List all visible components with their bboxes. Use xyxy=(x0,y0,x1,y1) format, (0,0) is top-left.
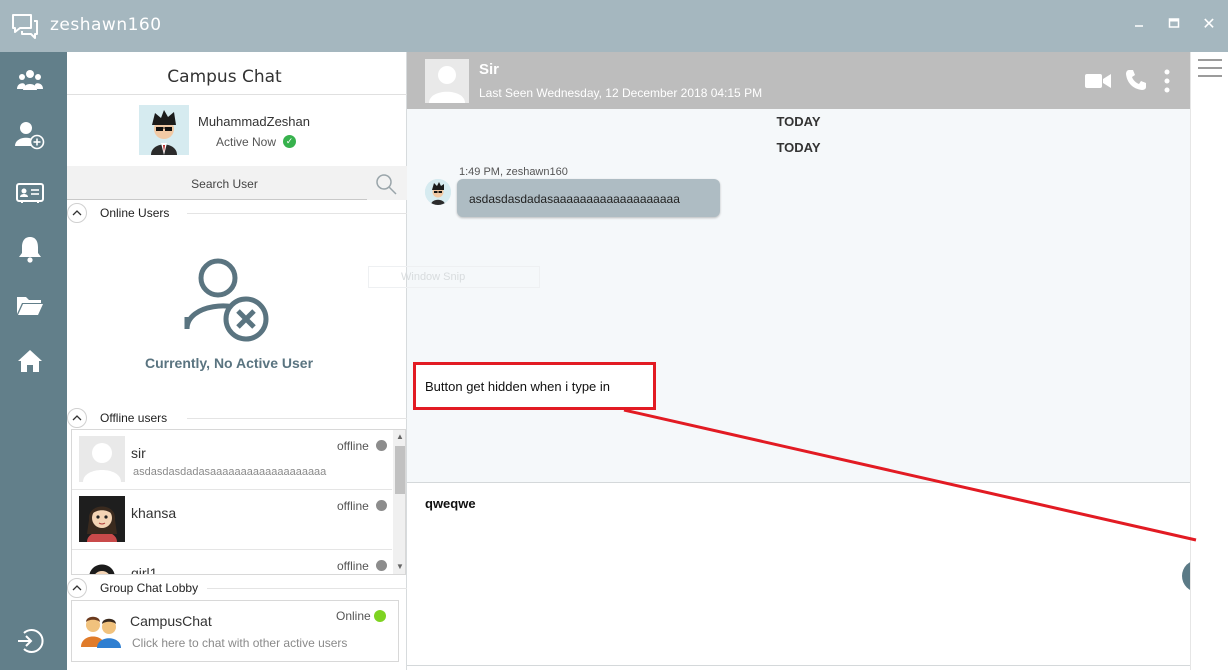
contact-row-sir[interactable]: sir asdasdasdadasaaaaaaaaaaaaaaaaaaa off… xyxy=(72,430,392,490)
more-options-icon[interactable] xyxy=(1163,69,1171,100)
maximize-button[interactable] xyxy=(1162,14,1186,36)
group-users-icon xyxy=(80,613,122,654)
title-bar: zeshawn160 ✕ xyxy=(0,0,1228,52)
message-meta: 1:49 PM, zeshawn160 xyxy=(459,166,568,178)
panel-title: Campus Chat xyxy=(167,67,282,87)
avatar xyxy=(79,436,125,482)
search-icon[interactable] xyxy=(375,173,397,200)
contact-status: offline xyxy=(337,559,369,573)
avatar xyxy=(425,179,451,205)
scroll-up-arrow[interactable]: ▲ xyxy=(393,430,405,444)
add-contact-icon[interactable] xyxy=(13,118,47,152)
offline-users-header: Offline users xyxy=(67,408,407,428)
folder-icon[interactable] xyxy=(13,288,47,322)
avatar[interactable] xyxy=(139,105,189,155)
contact-row-khansa[interactable]: khansa offline xyxy=(72,490,392,550)
logout-icon[interactable] xyxy=(13,624,47,658)
empty-state-text: Currently, No Active User xyxy=(144,355,314,371)
message-text: asdasdasdadasaaaaaaaaaaaaaaaaaaa xyxy=(469,192,680,206)
status-dot xyxy=(376,440,387,451)
group-name: CampusChat xyxy=(130,613,212,629)
profile-card-icon[interactable] xyxy=(13,176,47,210)
section-label: Online Users xyxy=(100,206,170,220)
scrollbar[interactable]: ▲ ▼ xyxy=(393,430,405,574)
search-input[interactable]: Search User xyxy=(67,166,407,200)
contact-name: khansa xyxy=(131,505,177,521)
chat-area: Sir Last Seen Wednesday, 12 December 201… xyxy=(368,52,1210,670)
contact-status: offline xyxy=(337,499,369,513)
home-icon[interactable] xyxy=(13,344,47,378)
check-icon: ✓ xyxy=(283,135,296,148)
offline-contacts-list: sir asdasdasdadasaaaaaaaaaaaaaaaaaaa off… xyxy=(71,429,406,575)
user-name: MuhammadZeshan xyxy=(198,114,310,129)
contact-name: sir xyxy=(131,445,146,461)
avatar[interactable] xyxy=(425,59,469,103)
message-bubble[interactable]: asdasdasdadasaaaaaaaaaaaaaaaaaaa xyxy=(457,179,720,217)
chat-header: Sir Last Seen Wednesday, 12 December 201… xyxy=(407,52,1190,109)
avatar xyxy=(79,496,125,542)
annotation-text: Button get hidden when i type in xyxy=(425,379,611,394)
chevron-up-icon[interactable] xyxy=(67,408,87,428)
group-chat-row[interactable]: CampusChat Click here to chat with other… xyxy=(71,600,399,662)
video-call-icon[interactable] xyxy=(1084,71,1112,96)
avatar xyxy=(79,556,125,574)
contact-status: offline xyxy=(337,439,369,453)
search-underline xyxy=(67,199,367,200)
section-divider xyxy=(207,588,407,589)
group-lobby-header: Group Chat Lobby xyxy=(67,578,407,598)
scroll-thumb[interactable] xyxy=(395,446,405,494)
message-input-text: qweqwe xyxy=(425,496,476,511)
annotation-box: Button get hidden when i type in xyxy=(413,362,656,410)
nav-rail xyxy=(0,52,67,670)
user-status: Active Now xyxy=(216,135,277,149)
chat-bubbles-icon xyxy=(10,12,40,45)
group-status: Online xyxy=(336,609,371,623)
peer-last-seen: Last Seen Wednesday, 12 December 2018 04… xyxy=(479,86,763,100)
right-strip xyxy=(1190,52,1228,670)
section-divider xyxy=(187,418,407,419)
status-dot xyxy=(376,560,387,571)
section-divider xyxy=(187,213,407,214)
chevron-up-icon[interactable] xyxy=(67,203,87,223)
window-title: zeshawn160 xyxy=(50,15,162,35)
day-separator: TODAY xyxy=(776,114,821,129)
status-dot xyxy=(374,610,386,622)
hamburger-menu-icon[interactable] xyxy=(1198,58,1222,83)
contact-name: girl1 xyxy=(131,565,158,575)
group-subtitle: Click here to chat with other active use… xyxy=(132,636,348,650)
section-label: Offline users xyxy=(100,411,168,425)
status-dot xyxy=(376,500,387,511)
bell-icon[interactable] xyxy=(13,232,47,266)
online-users-header: Online Users xyxy=(67,203,407,223)
chevron-up-icon[interactable] xyxy=(67,578,87,598)
section-label: Group Chat Lobby xyxy=(100,581,199,595)
snip-overlay-ghost: Window Snip xyxy=(368,266,540,288)
divider xyxy=(407,665,1190,666)
contact-row-girl1[interactable]: girl1 offline xyxy=(72,550,392,575)
close-button[interactable]: ✕ xyxy=(1197,14,1221,36)
scroll-down-arrow[interactable]: ▼ xyxy=(393,560,405,574)
search-placeholder: Search User xyxy=(191,177,258,191)
no-user-icon xyxy=(182,257,272,348)
contacts-panel: Campus Chat MuhammadZeshan Active Now ✓ … xyxy=(67,52,407,670)
day-separator: TODAY xyxy=(776,140,821,155)
phone-icon[interactable] xyxy=(1124,68,1148,97)
message-input[interactable]: qweqwe xyxy=(407,483,1210,670)
minimize-button[interactable] xyxy=(1127,14,1151,36)
peer-name: Sir xyxy=(479,61,500,78)
contact-last-message: asdasdasdadasaaaaaaaaaaaaaaaaaaa xyxy=(133,466,327,478)
users-icon[interactable] xyxy=(13,63,47,97)
divider xyxy=(67,94,407,95)
